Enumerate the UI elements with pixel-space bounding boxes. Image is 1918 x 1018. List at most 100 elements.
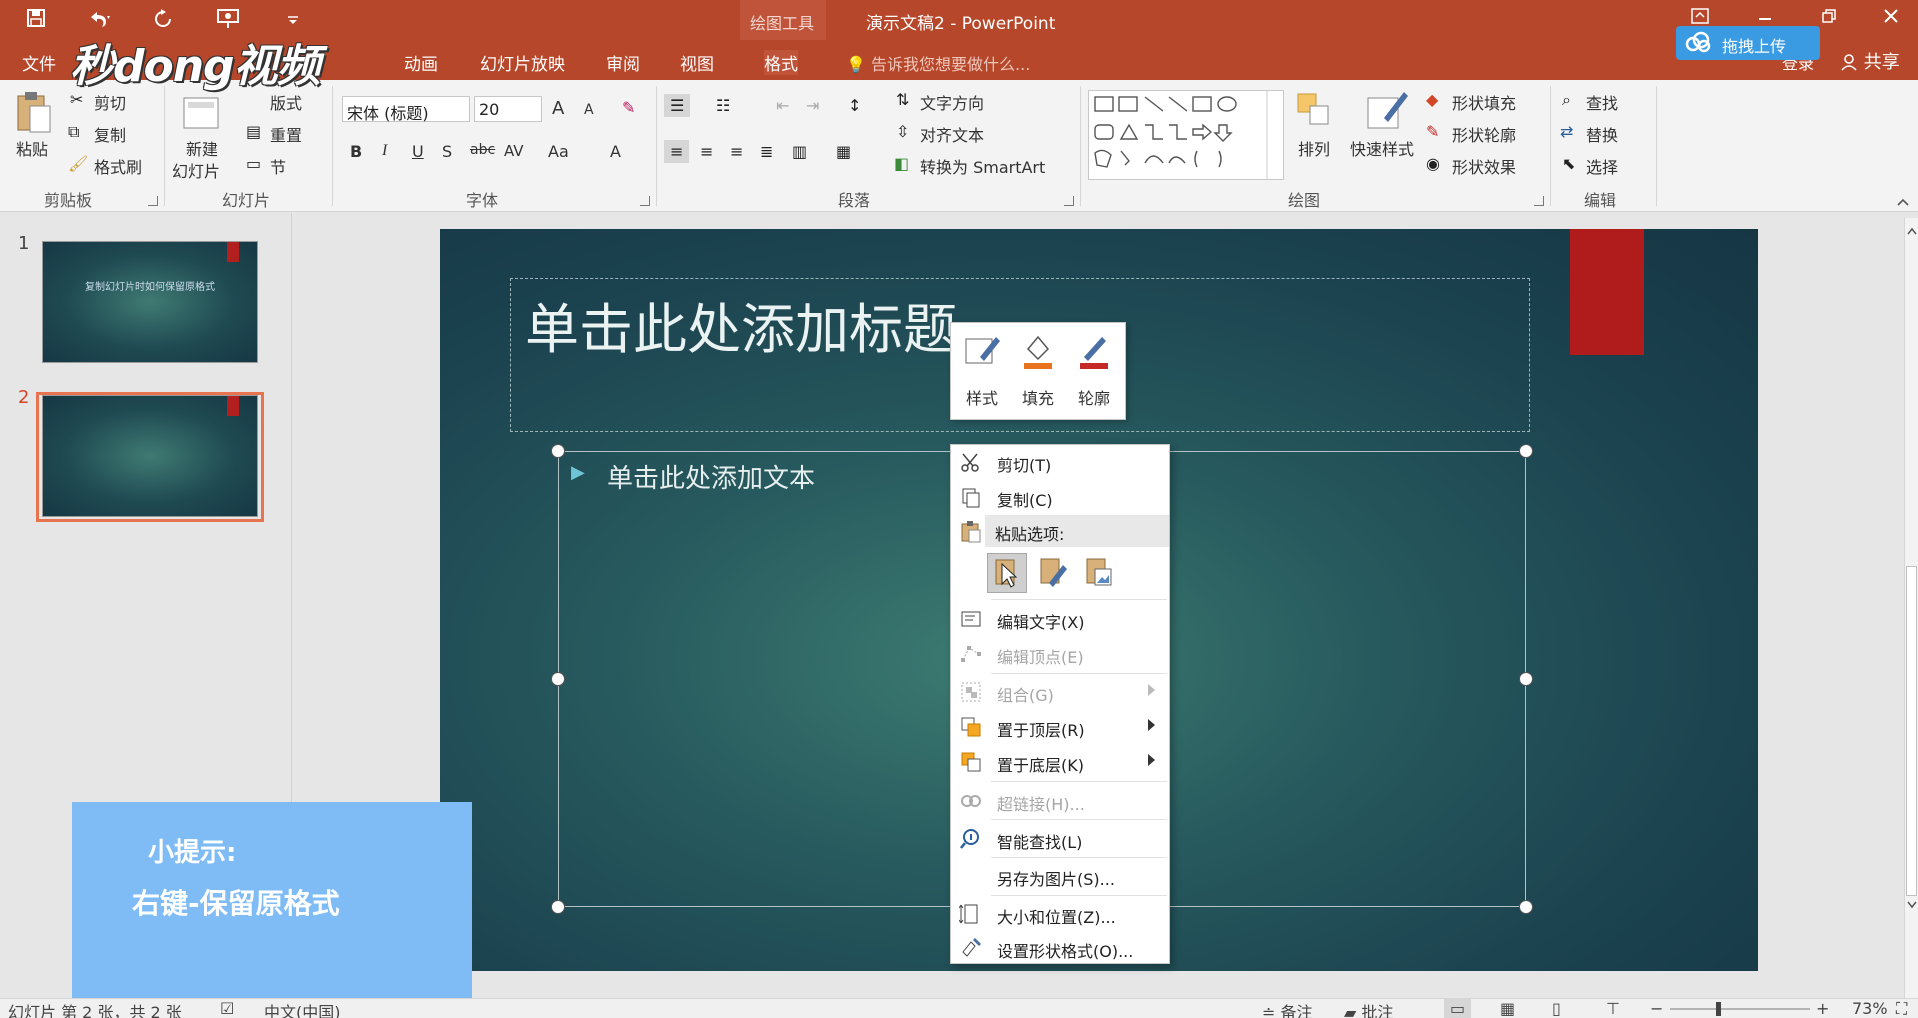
restore-icon[interactable] (1820, 6, 1838, 30)
new-slide-icon[interactable] (182, 88, 222, 136)
shapes-gallery[interactable] (1088, 90, 1284, 180)
line-spacing-icon[interactable]: ↕ (848, 96, 861, 115)
shape-effects-label[interactable]: 形状效果 (1452, 154, 1516, 178)
text-direction-label[interactable]: 文字方向 (920, 90, 984, 114)
reading-view-icon[interactable]: ▯ (1552, 999, 1561, 1018)
menu-item-edit-text[interactable]: 编辑文字(X) (951, 602, 1169, 636)
replace-label[interactable]: 替换 (1586, 122, 1618, 146)
resize-handle[interactable] (1519, 444, 1533, 458)
clipboard-launcher[interactable] (148, 196, 158, 206)
select-label[interactable]: 选择 (1586, 154, 1618, 178)
copy-label[interactable]: 复制 (94, 122, 126, 146)
paste-option-use-destination[interactable] (987, 553, 1027, 593)
copy-icon[interactable]: ⧉ (68, 122, 79, 142)
change-case-button[interactable]: Aa (548, 142, 569, 161)
shape-fill-icon[interactable]: ◆ (1426, 90, 1438, 109)
slideshow-view-icon[interactable]: ⊤ (1606, 999, 1620, 1018)
grow-font-button[interactable]: A (552, 98, 564, 119)
tab-view[interactable]: 视图 (680, 50, 714, 75)
normal-view-icon[interactable]: ▭ (1444, 999, 1472, 1018)
new-slide-label-1[interactable]: 新建 (186, 136, 218, 160)
resize-handle[interactable] (551, 672, 565, 686)
shrink-font-button[interactable]: A (584, 102, 594, 118)
zoom-in-button[interactable]: + (1816, 999, 1829, 1018)
menu-item-format-shape[interactable]: 设置形状格式(O)... (951, 931, 1169, 965)
upload-button[interactable]: 拖拽上传 (1676, 26, 1820, 60)
menu-item-bring-to-front[interactable]: 置于顶层(R) (951, 710, 1169, 744)
slide-sorter-icon[interactable]: ▦ (1500, 999, 1515, 1018)
tab-file[interactable]: 文件 (22, 50, 56, 75)
paste-option-picture[interactable] (1079, 553, 1119, 593)
decrease-indent-icon[interactable]: ⇤ (776, 96, 789, 115)
comments-button[interactable]: ▰ 批注 (1344, 999, 1393, 1018)
zoom-level[interactable]: 73% (1852, 999, 1888, 1018)
font-launcher[interactable] (640, 196, 650, 206)
align-left-icon[interactable]: ≡ (664, 140, 690, 163)
font-size-select[interactable]: 20 (474, 96, 542, 122)
underline-button[interactable]: U (412, 142, 424, 161)
bullets-icon[interactable]: ☰ (664, 94, 691, 117)
paste-option-keep-source[interactable] (1033, 553, 1073, 593)
resize-handle[interactable] (551, 444, 565, 458)
reset-icon[interactable]: ▤ (246, 122, 261, 141)
font-name-select[interactable]: 宋体 (标题) (342, 96, 470, 123)
resize-handle[interactable] (1519, 672, 1533, 686)
align-center-icon[interactable]: ≡ (700, 142, 713, 161)
shape-outline-label[interactable]: 形状轮廓 (1452, 122, 1516, 146)
increase-indent-icon[interactable]: ⇥ (806, 96, 819, 115)
share-button[interactable]: 共享 (1840, 48, 1900, 74)
align-text-label[interactable]: 对齐文本 (920, 122, 984, 146)
resize-handle[interactable] (1519, 900, 1533, 914)
strikethrough-button[interactable]: abc (470, 142, 495, 158)
scroll-down-icon[interactable] (1907, 894, 1917, 913)
tab-review[interactable]: 审阅 (606, 50, 640, 75)
text-direction-icon[interactable]: ⇅ (896, 90, 909, 109)
save-icon[interactable] (26, 8, 46, 33)
reset-label[interactable]: 重置 (270, 122, 302, 146)
font-color-button[interactable]: A (610, 142, 621, 161)
format-painter-icon[interactable]: 🖌 (68, 154, 88, 173)
shadow-button[interactable]: S (442, 142, 452, 161)
columns-icon[interactable]: ▦ (836, 142, 851, 161)
fill-button[interactable]: 填充 (1011, 329, 1065, 415)
menu-item-send-to-back[interactable]: 置于底层(K) (951, 745, 1169, 779)
format-painter-label[interactable]: 格式刷 (94, 154, 142, 178)
style-button[interactable]: 样式 (955, 329, 1009, 415)
italic-button[interactable]: I (382, 142, 387, 160)
distributed-icon[interactable]: ▥ (792, 142, 807, 161)
section-label[interactable]: 节 (270, 154, 286, 178)
customize-qa-icon[interactable] (286, 8, 300, 32)
fit-to-window-icon[interactable]: ⛶ (1896, 999, 1907, 1018)
quick-styles-icon[interactable] (1364, 88, 1410, 136)
align-right-icon[interactable]: ≡ (730, 142, 743, 161)
smartart-icon[interactable]: ◧ (894, 154, 909, 173)
select-icon[interactable]: ⬉ (1562, 154, 1575, 173)
notes-button[interactable]: ≐ 备注 (1262, 999, 1313, 1018)
paste-icon[interactable] (14, 90, 52, 140)
tab-slideshow[interactable]: 幻灯片放映 (480, 50, 565, 75)
arrange-icon[interactable] (1294, 90, 1334, 134)
vertical-scrollbar[interactable] (1904, 218, 1918, 998)
clear-format-icon[interactable]: ✎ (622, 98, 635, 117)
menu-item-copy[interactable]: 复制(C) (951, 480, 1169, 514)
shape-effects-icon[interactable]: ◉ (1426, 154, 1440, 173)
justify-icon[interactable]: ≣ (760, 142, 773, 161)
slide-thumbnail-1[interactable]: 复制幻灯片时如何保留原格式 (42, 241, 258, 363)
arrange-label[interactable]: 排列 (1298, 136, 1330, 160)
paragraph-launcher[interactable] (1064, 196, 1074, 206)
scroll-up-icon[interactable] (1907, 220, 1917, 239)
numbering-icon[interactable]: ☷ (716, 96, 730, 115)
tab-animations[interactable]: 动画 (404, 50, 438, 75)
language-indicator[interactable]: 中文(中国) (264, 999, 341, 1018)
find-label[interactable]: 查找 (1586, 90, 1618, 114)
quick-styles-label[interactable]: 快速样式 (1350, 136, 1414, 160)
tell-me-input[interactable]: 💡 告诉我您想要做什么... (846, 51, 1030, 75)
smartart-label[interactable]: 转换为 SmartArt (920, 154, 1045, 178)
section-icon[interactable]: ▭ (246, 154, 261, 173)
new-slide-label-2[interactable]: 幻灯片 (172, 158, 220, 182)
shape-fill-label[interactable]: 形状填充 (1452, 90, 1516, 114)
collapse-ribbon-icon[interactable] (1896, 192, 1910, 211)
menu-item-cut[interactable]: 剪切(T) (951, 445, 1169, 479)
zoom-slider[interactable] (1670, 999, 1810, 1018)
menu-item-smart-lookup[interactable]: 智能查找(L) (951, 822, 1169, 856)
